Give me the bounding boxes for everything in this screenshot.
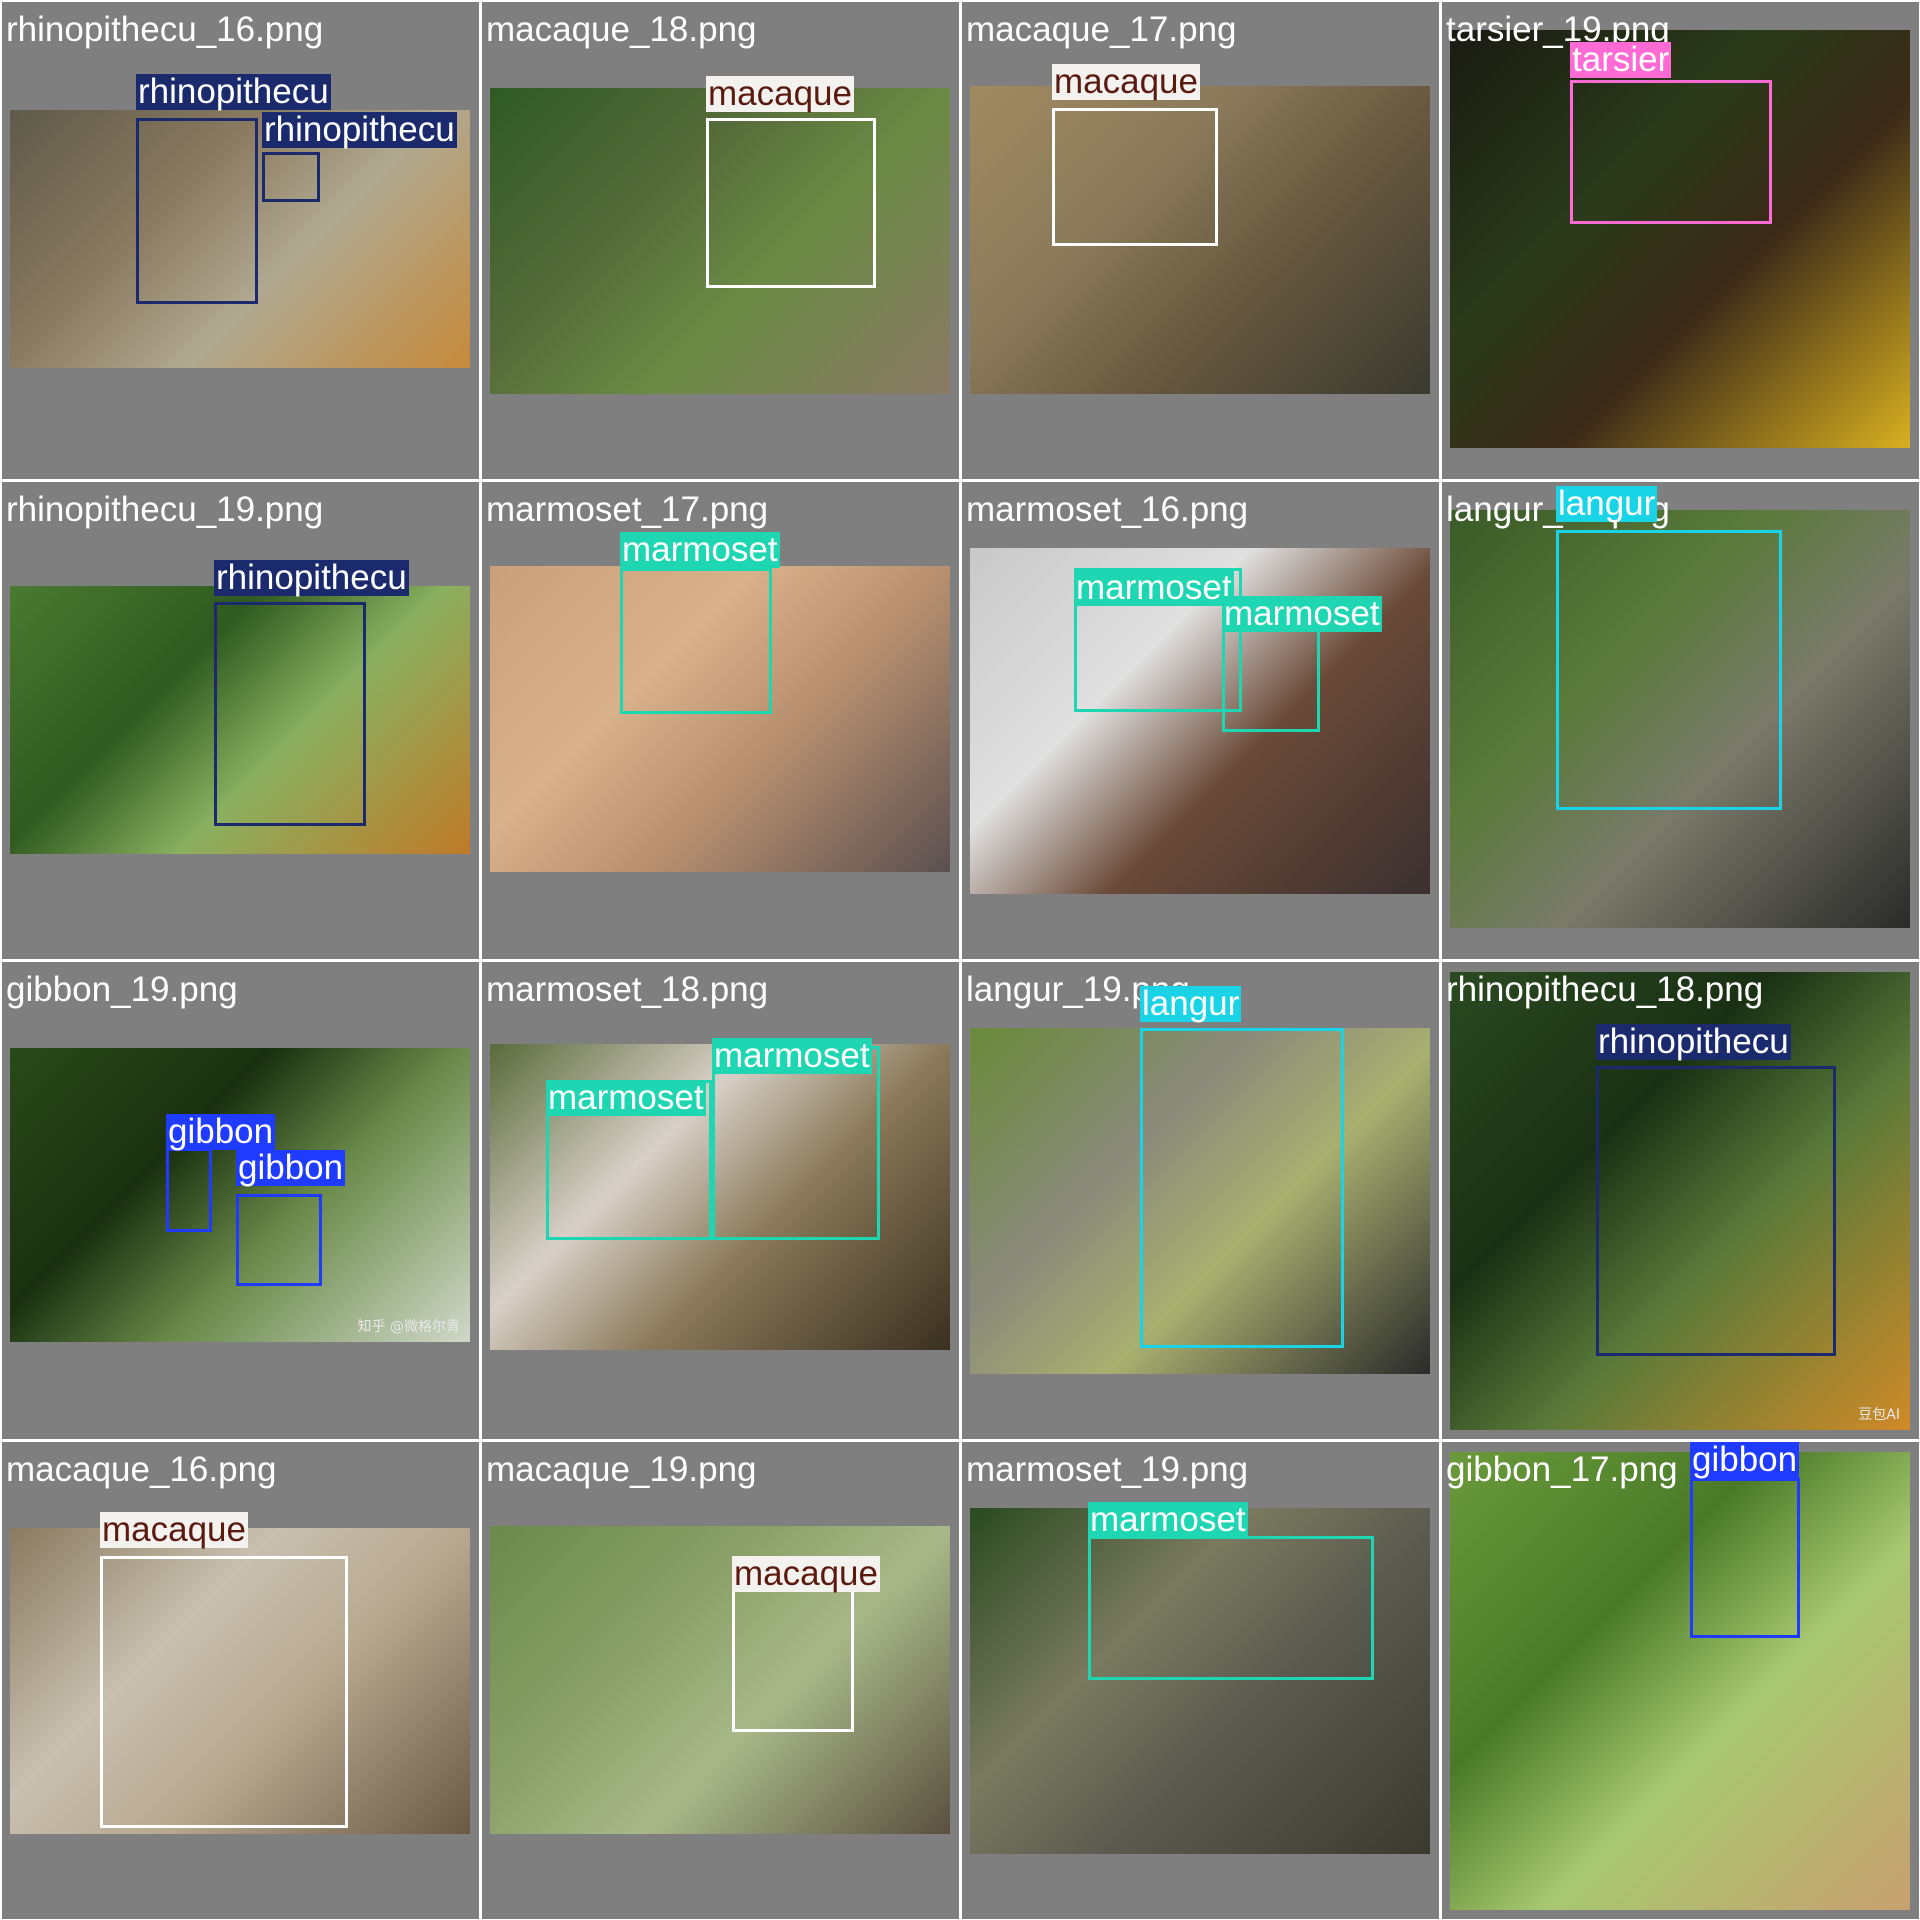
- detection-label: gibbon: [166, 1112, 276, 1151]
- bounding-box: [100, 1556, 348, 1828]
- bounding-box: [214, 602, 366, 826]
- detection-label: rhinopithecu: [262, 110, 457, 149]
- image-filename: marmoset_19.png: [966, 1450, 1249, 1489]
- grid-cell: rhinopithecu_16.png rhinopithecu rhinopith…: [2, 2, 479, 479]
- detection-label: marmoset: [620, 530, 780, 569]
- detection-label: gibbon: [1690, 1442, 1800, 1479]
- grid-cell: marmoset_18.png marmoset marmoset: [482, 962, 959, 1439]
- detection-label: marmoset: [1222, 594, 1382, 633]
- image-filename: marmoset_16.png: [966, 490, 1249, 529]
- bounding-box: [1690, 1478, 1800, 1638]
- grid-cell: marmoset_19.png marmoset: [962, 1442, 1439, 1919]
- bounding-box: [236, 1194, 322, 1286]
- grid-cell: macaque_17.pngmacaque: [962, 2, 1439, 479]
- image-filename: rhinopithecu_16.png: [6, 10, 324, 49]
- detection-label: rhinopithecu: [214, 558, 409, 597]
- photo-thumbnail: [490, 1526, 950, 1834]
- detection-label: langur: [1556, 484, 1658, 523]
- detection-grid: rhinopithecu_16.png rhinopithecu rhinopith…: [0, 0, 1920, 1920]
- detection-label: gibbon: [236, 1148, 346, 1187]
- detection-label: marmoset: [1074, 568, 1234, 607]
- bounding-box: [706, 118, 876, 288]
- photo-thumbnail: [1450, 1452, 1910, 1910]
- image-filename: macaque_18.png: [486, 10, 757, 49]
- bounding-box: [1140, 1028, 1344, 1348]
- detection-label: macaque: [732, 1554, 880, 1593]
- detection-label: macaque: [706, 74, 854, 113]
- bounding-box: [166, 1148, 212, 1232]
- detection-label: langur: [1140, 984, 1242, 1023]
- detection-label: rhinopithecu: [136, 72, 331, 111]
- bounding-box: [620, 568, 772, 714]
- grid-cell: macaque_16.pngmacaque: [2, 1442, 479, 1919]
- image-filename: macaque_17.png: [966, 10, 1237, 49]
- grid-cell: macaque_19.pngmacaque: [482, 1442, 959, 1919]
- detection-label: macaque: [100, 1510, 248, 1549]
- photo-watermark: 豆包AI: [1858, 1407, 1900, 1423]
- bounding-box: [1556, 530, 1782, 810]
- bounding-box: [1088, 1536, 1374, 1680]
- image-filename: marmoset_18.png: [486, 970, 769, 1009]
- grid-cell: 豆包AI rhinopithecu_18.png rhinopithecu: [1442, 962, 1919, 1439]
- detection-label: marmoset: [546, 1078, 706, 1117]
- detection-label: marmoset: [712, 1036, 872, 1075]
- image-filename: gibbon_19.png: [6, 970, 238, 1009]
- grid-cell: rhinopithecu_19.png rhinopithecu: [2, 482, 479, 959]
- photo-watermark: 知乎 @微格尔青: [357, 1319, 460, 1335]
- detection-label: marmoset: [1088, 1500, 1248, 1539]
- image-filename: macaque_19.png: [486, 1450, 757, 1489]
- grid-cell: gibbon_17.png gibbon: [1442, 1442, 1919, 1919]
- bounding-box: [1052, 108, 1218, 246]
- grid-cell: langur_16.pnglangur: [1442, 482, 1919, 959]
- grid-cell: langur_19.png langur: [962, 962, 1439, 1439]
- image-filename: marmoset_17.png: [486, 490, 769, 529]
- image-filename: rhinopithecu_18.png: [1446, 970, 1764, 1009]
- detection-label: macaque: [1052, 62, 1200, 101]
- grid-cell: tarsier_19.png tarsier: [1442, 2, 1919, 479]
- bounding-box: [136, 118, 258, 304]
- grid-cell: marmoset_16.png marmoset marmoset: [962, 482, 1439, 959]
- bounding-box: [712, 1046, 880, 1240]
- detection-label: rhinopithecu: [1596, 1022, 1791, 1061]
- image-filename: macaque_16.png: [6, 1450, 277, 1489]
- grid-cell: marmoset_17.png marmoset: [482, 482, 959, 959]
- grid-cell: macaque_18.pngmacaque: [482, 2, 959, 479]
- bounding-box: [262, 152, 320, 202]
- image-filename: rhinopithecu_19.png: [6, 490, 324, 529]
- image-filename: gibbon_17.png: [1446, 1450, 1678, 1489]
- bounding-box: [1596, 1066, 1836, 1356]
- grid-cell: 知乎 @微格尔青 gibbon_19.pnggibbon gibbon: [2, 962, 479, 1439]
- bounding-box: [1570, 80, 1772, 224]
- detection-label: tarsier: [1570, 40, 1672, 79]
